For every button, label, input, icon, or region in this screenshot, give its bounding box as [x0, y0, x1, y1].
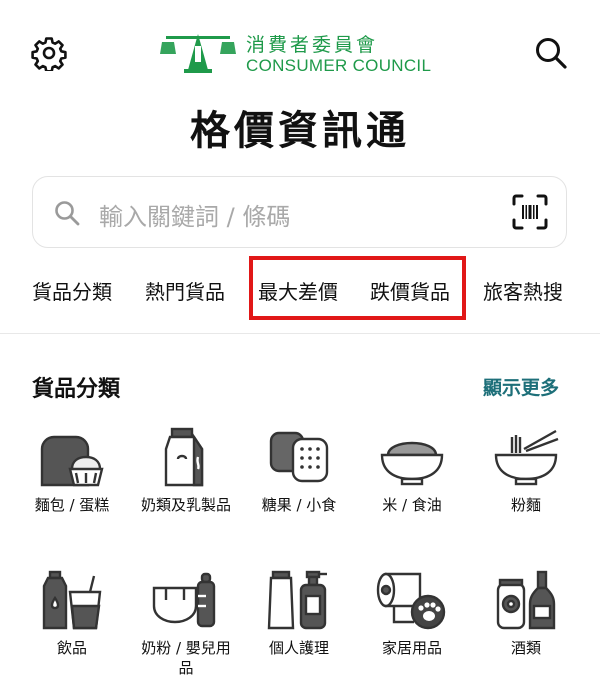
search-input[interactable]: 輸入關鍵詞 / 條碼: [32, 176, 567, 248]
tab-max-price-diff[interactable]: 最大差價: [258, 276, 338, 305]
category-item-baby[interactable]: 奶粉 / 嬰兒用品: [130, 570, 242, 678]
tab-price-drop[interactable]: 跌價貨品: [370, 276, 450, 305]
tab-popular[interactable]: 熱門貨品: [145, 276, 225, 305]
logo-english-text: CONSUMER COUNCIL: [246, 56, 432, 75]
app-header: 消費者委員會 CONSUMER COUNCIL: [0, 0, 600, 100]
category-item-household[interactable]: 家居用品: [356, 570, 468, 658]
consumer-council-logo: 消費者委員會 CONSUMER COUNCIL: [158, 28, 448, 78]
baby-products-icon: [152, 572, 216, 628]
category-label: 個人護理: [268, 639, 329, 657]
rice-bowl-icon: [380, 441, 444, 486]
drinks-icon: [42, 570, 102, 630]
category-item-rice-oil[interactable]: 米 / 食油: [356, 427, 468, 515]
category-label: 糖果 / 小食: [261, 496, 337, 514]
category-label: 粉麵: [510, 496, 541, 514]
barcode-scan-icon[interactable]: [511, 193, 549, 231]
category-label: 奶粉 / 嬰兒用品: [141, 639, 231, 677]
logo-chinese-text: 消費者委員會: [246, 34, 379, 56]
category-item-drinks[interactable]: 飲品: [16, 570, 128, 658]
bread-cake-icon: [40, 435, 104, 487]
category-item-noodles[interactable]: 粉麵: [470, 427, 582, 515]
search-icon[interactable]: [533, 35, 569, 71]
category-item-personal-care[interactable]: 個人護理: [243, 570, 355, 658]
category-label: 奶類及乳製品: [140, 496, 231, 514]
category-label: 米 / 食油: [382, 496, 442, 514]
category-item-bread[interactable]: 麵包 / 蛋糕: [16, 427, 128, 515]
category-tabs: 貨品分類 熱門貨品 最大差價 跌價貨品 旅客熱搜: [0, 270, 600, 314]
category-label: 麵包 / 蛋糕: [34, 496, 110, 514]
category-item-snacks[interactable]: 糖果 / 小食: [243, 427, 355, 515]
category-item-alcohol[interactable]: 酒類: [470, 570, 582, 658]
tab-categories[interactable]: 貨品分類: [32, 276, 112, 305]
gear-icon[interactable]: [31, 35, 67, 71]
milk-carton-icon: [164, 427, 204, 487]
tab-tourist-trending[interactable]: 旅客熱搜: [483, 276, 563, 305]
category-label: 酒類: [510, 639, 541, 657]
show-more-link[interactable]: 顯示更多: [483, 373, 559, 400]
biscuits-icon: [269, 431, 329, 483]
search-icon: [55, 201, 80, 226]
category-label: 飲品: [56, 639, 87, 657]
divider: [0, 333, 600, 334]
alcohol-icon: [496, 570, 556, 630]
scales-logo-icon: [160, 34, 236, 73]
category-label: 家居用品: [381, 639, 442, 657]
category-item-dairy[interactable]: 奶類及乳製品: [130, 427, 242, 515]
search-placeholder: 輸入關鍵詞 / 條碼: [99, 203, 291, 231]
noodle-bowl-icon: [494, 429, 559, 486]
app-title: 格價資訊通: [190, 108, 410, 154]
personal-care-icon: [267, 570, 327, 630]
household-icon: [376, 572, 446, 630]
section-title: 貨品分類: [32, 377, 121, 402]
